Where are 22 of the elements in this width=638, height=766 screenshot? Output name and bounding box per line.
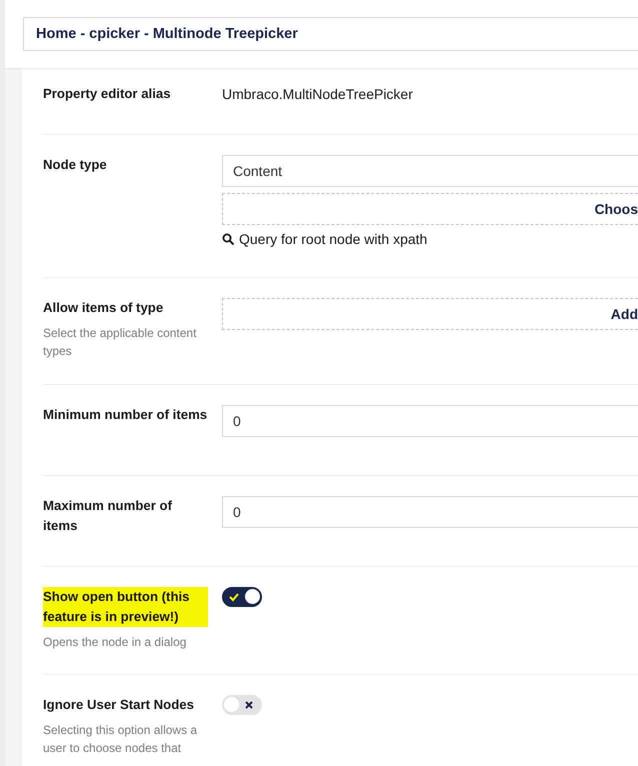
property-label: Allow items of type bbox=[43, 299, 164, 317]
property-label: Ignore User Start Nodes bbox=[43, 696, 194, 714]
node-type-select[interactable]: Content bbox=[222, 155, 638, 187]
choose-button[interactable]: Choos bbox=[222, 193, 638, 225]
number-field[interactable]: 0 bbox=[222, 496, 638, 528]
search-icon bbox=[222, 232, 235, 246]
check-icon bbox=[229, 592, 239, 602]
alias-value: Umbraco.MultiNodeTreePicker bbox=[222, 85, 414, 104]
toggle-switch[interactable] bbox=[222, 587, 262, 607]
add-button[interactable]: Add bbox=[222, 298, 638, 330]
property-description: Selecting this option allows a user to choose nodes that bbox=[43, 722, 198, 757]
property-label: Property editor alias bbox=[43, 85, 171, 103]
title-field[interactable]: Home - cpicker - Multinode Treepicker bbox=[23, 17, 638, 51]
property-description: Select the applicable content types bbox=[43, 325, 198, 360]
property-label: Minimum number of items bbox=[43, 406, 208, 424]
query-link[interactable]: Query for root node with xpath bbox=[222, 231, 638, 247]
property-label: Maximum number of items bbox=[43, 497, 173, 535]
property-label: Show open button (this feature is in preview!) bbox=[43, 587, 208, 627]
number-field[interactable]: 0 bbox=[222, 405, 638, 437]
property-description: Opens the node in a dialog bbox=[43, 634, 188, 651]
close-icon bbox=[244, 700, 254, 710]
property-label: Node type bbox=[43, 156, 107, 174]
